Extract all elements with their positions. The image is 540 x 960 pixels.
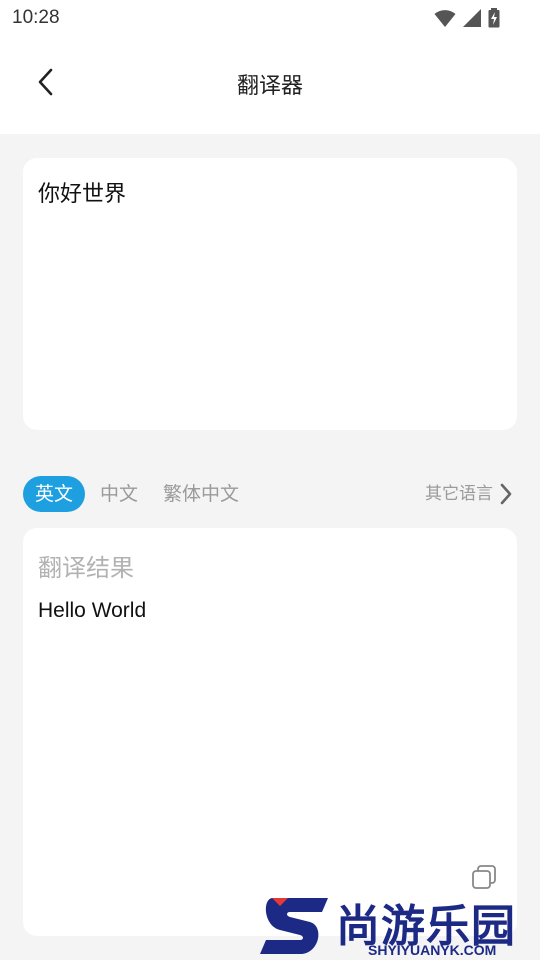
- copy-icon: [472, 865, 496, 889]
- tab-english[interactable]: 英文: [23, 476, 86, 512]
- signal-icon: [463, 9, 481, 27]
- result-card: 翻译结果 Hello World: [23, 528, 517, 936]
- status-icons: [434, 7, 500, 29]
- other-languages-label: 其它语言: [425, 484, 493, 504]
- logo-s-icon: [260, 898, 328, 954]
- tab-traditional-chinese[interactable]: 繁体中文: [163, 476, 239, 512]
- app-bar: 翻译器: [0, 38, 540, 134]
- status-bar: 10:28: [0, 0, 540, 38]
- watermark-logo: 尚游乐园 SHYIYUANYK.COM: [258, 890, 540, 960]
- status-time: 10:28: [12, 7, 60, 28]
- tab-chinese[interactable]: 中文: [100, 476, 138, 512]
- language-selector: 英文 中文 繁体中文 其它语言: [23, 474, 517, 514]
- wifi-icon: [434, 10, 456, 27]
- result-text: Hello World: [38, 599, 147, 622]
- watermark-brand-en: SHYIYUANYK.COM: [368, 942, 497, 958]
- copy-button[interactable]: [471, 864, 497, 890]
- battery-icon: [488, 8, 500, 28]
- other-languages-button[interactable]: 其它语言: [425, 476, 513, 512]
- input-card: 你好世界: [23, 158, 517, 430]
- source-text-input[interactable]: 你好世界: [38, 176, 498, 406]
- chevron-right-icon: [500, 483, 512, 505]
- page-title: 翻译器: [236, 74, 303, 99]
- result-label: 翻译结果: [38, 554, 134, 582]
